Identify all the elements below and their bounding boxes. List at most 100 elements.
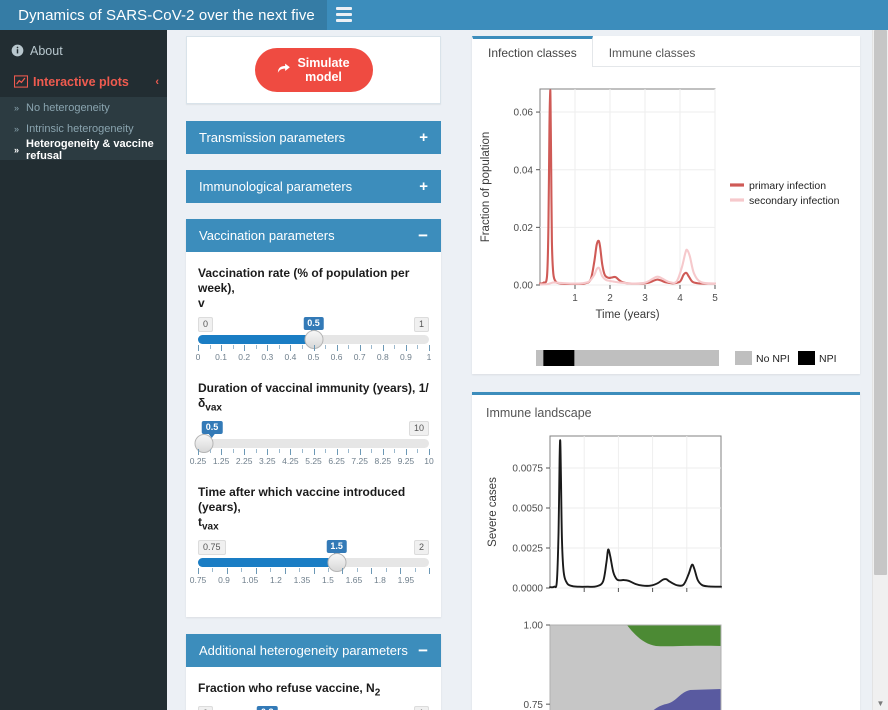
slider-tick-label: 0.8 [377,352,389,362]
slider-track[interactable] [198,439,429,448]
hamburger-icon[interactable] [336,7,352,22]
svg-text:3: 3 [642,293,648,304]
tab-infection-classes[interactable]: Infection classes [472,36,593,67]
slider-tick-label: 0.1 [215,352,227,362]
slider-tick-label: 1.35 [294,575,311,585]
sidebar-subtree: » No heterogeneity » Intrinsic heterogen… [0,97,167,160]
slider-ticks [198,449,429,455]
panel-additional-heterogeneity-parameters: Additional heterogeneity parameters − Fr… [186,634,441,710]
sidebar-item-intrinsic-heterogeneity[interactable]: » Intrinsic heterogeneity [0,118,167,139]
vaccine-refusal-fraction-label: Fraction who refuse vaccine, N2 [198,681,429,700]
immune-stack-svg: 0.751.00 [472,615,860,710]
slider-fill [198,558,337,567]
slider-value-bubble: 0.5 [303,317,324,330]
simulate-model-label: Simulate model [297,56,349,85]
slider-max-label: 2 [414,540,429,555]
svg-text:0.0000: 0.0000 [512,584,543,595]
sidebar-item-no-heterogeneity[interactable]: » No heterogeneity [0,97,167,118]
slider-tick-label: 0.2 [238,352,250,362]
simulate-model-button[interactable]: Simulate model [255,48,373,92]
immune-landscape-plot: 0.00000.00250.00500.0075Severe cases 0.7… [472,420,860,710]
chart-line-icon [14,75,33,88]
svg-text:0.02: 0.02 [514,223,534,234]
app-logo-area[interactable]: Dynamics of SARS-CoV-2 over the next fiv… [0,0,327,30]
vaccine-introduction-time-slider[interactable]: 0.75 2 1.5 0.750.91.051.21.351.51.651.81… [198,540,429,588]
vaccination-rate-slider[interactable]: 0 1 0.5 00.10.20.30.40.50.60.70.80.91 [198,317,429,365]
svg-text:Time (years): Time (years) [595,309,659,321]
vaccine-introduction-time-label: Time after which vaccine introduced (yea… [198,485,429,534]
slider-tick-label: 1.65 [346,575,363,585]
sidebar-item-about-label: About [30,44,63,58]
scroll-down-arrow-icon[interactable]: ▼ [875,700,886,708]
sidebar: About Interactive plots ‹ » No heterogen… [0,30,167,710]
svg-text:0.0050: 0.0050 [512,504,543,515]
top-navbar [327,0,888,30]
svg-text:No NPI: No NPI [756,353,790,365]
slider-min-label: 0.75 [198,540,226,555]
slider-value-bubble: 1.5 [326,540,347,553]
infection-classes-svg: 123450.000.020.040.06Time (years)Fractio… [472,67,860,337]
panel-vaccination-parameters-header[interactable]: Vaccination parameters − [186,219,441,252]
slider-tick-label: 0.4 [284,352,296,362]
chevron-left-icon: ‹ [155,76,159,88]
plot-tabbar: Infection classes Immune classes [472,36,860,67]
svg-text:0.0025: 0.0025 [512,544,543,555]
slider-tick-label: 0.9 [400,352,412,362]
svg-text:secondary infection: secondary infection [749,195,840,207]
slider-tick-label: 0.75 [190,575,207,585]
slider-tick-labels: 0.251.252.253.254.255.256.257.258.259.25… [198,456,429,469]
immune-landscape-title: Immune landscape [472,395,860,420]
panel-additional-heterogeneity-body: Fraction who refuse vaccine, N2 0 1 0.3 … [186,667,441,710]
double-chevron-right-icon: » [14,145,19,155]
svg-text:0.04: 0.04 [514,165,534,176]
svg-text:NPI: NPI [819,353,837,365]
svg-text:1.00: 1.00 [524,621,544,632]
sidebar-item-about[interactable]: About [0,35,167,66]
minus-icon: − [418,642,428,659]
tab-immune-classes[interactable]: Immune classes [593,36,712,66]
slider-value-bubble: 0.5 [202,421,223,434]
panel-immunological-parameters[interactable]: Immunological parameters + [186,170,441,203]
page-scrollbar-thumb[interactable] [874,30,887,575]
sidebar-item-heterogeneity-vaccine-refusal[interactable]: » Heterogeneity & vaccine refusal [0,139,167,160]
svg-text:4: 4 [677,293,683,304]
controls-column: Simulate model Transmission parameters +… [186,36,441,710]
slider-max-label: 1 [414,706,429,710]
sidebar-item-interactive-plots[interactable]: Interactive plots ‹ [0,66,167,97]
slider-tick-labels: 0.750.91.051.21.351.51.651.81.95 [198,575,429,588]
immune-landscape-box: Immune landscape 0.00000.00250.00500.007… [472,392,860,710]
minus-icon: − [418,227,428,244]
plots-column: Infection classes Immune classes 123450.… [472,36,860,710]
slider-tick-label: 4.25 [282,456,299,466]
sidebar-item-interactive-plots-label: Interactive plots [33,75,129,89]
slider-tick-label: 7.25 [351,456,368,466]
panel-additional-heterogeneity-header[interactable]: Additional heterogeneity parameters − [186,634,441,667]
info-circle-icon [11,44,30,57]
slider-tick-label: 0.5 [308,352,320,362]
severe-cases-svg: 0.00000.00250.00500.0075Severe cases [472,420,860,610]
page-scrollbar[interactable]: ▼ [872,30,888,710]
slider-value-bubble: 0.3 [257,706,278,710]
svg-text:2: 2 [607,293,613,304]
slider-track[interactable] [198,335,429,344]
svg-text:primary infection: primary infection [749,180,826,192]
slider-tick-label: 3.25 [259,456,276,466]
infection-classes-plot: 123450.000.020.040.06Time (years)Fractio… [472,67,860,379]
sidebar-item-intrinsic-heterogeneity-label: Intrinsic heterogeneity [26,123,134,135]
slider-track[interactable] [198,558,429,567]
plus-icon: + [419,129,428,146]
svg-text:0.00: 0.00 [514,281,534,292]
plus-icon: + [419,178,428,195]
slider-tick-label: 0 [196,352,201,362]
slider-tick-label: 1.95 [398,575,415,585]
vaccinal-immunity-duration-label: Duration of vaccinal immunity (years), 1… [198,381,429,415]
tab-infection-classes-label: Infection classes [488,46,577,60]
vaccinal-immunity-duration-slider[interactable]: 10 0.5 0.251.252.253.254.255.256.257.258… [198,421,429,469]
slider-tick-label: 0.7 [354,352,366,362]
panel-transmission-parameters[interactable]: Transmission parameters + [186,121,441,154]
slider-tick-label: 0.6 [331,352,343,362]
slider-tick-label: 1 [427,352,432,362]
vaccine-refusal-fraction-slider[interactable]: 0 1 0.3 00.10.20.30.40.50.60.70.80.91 [198,706,429,710]
svg-text:Fraction of population: Fraction of population [480,132,492,243]
app-header: Dynamics of SARS-CoV-2 over the next fiv… [0,0,888,30]
